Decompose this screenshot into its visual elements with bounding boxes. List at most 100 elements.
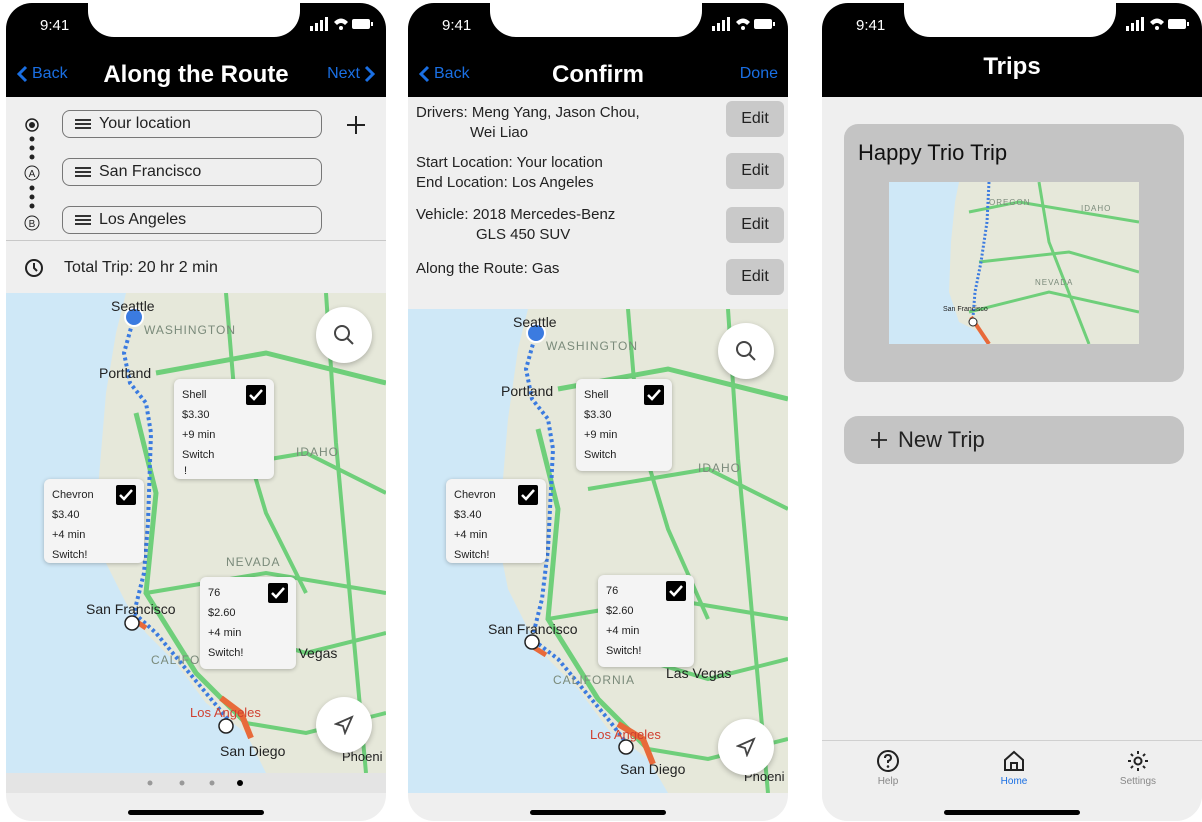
- map-label-seattle: Seattle: [111, 298, 155, 314]
- stop-field-a[interactable]: San Francisco: [62, 158, 322, 186]
- page-title: Trips: [983, 53, 1041, 80]
- tab-bar: Help Home Settings: [822, 740, 1202, 821]
- route-map[interactable]: Seattle WASHINGTON Portland IDAHO San Fr…: [408, 309, 788, 793]
- stop-field-start[interactable]: Your location: [62, 110, 322, 138]
- status-time: 9:41: [856, 17, 886, 34]
- gas-card-chevron[interactable]: Chevron $3.40 +4 min Switch!: [446, 479, 546, 563]
- trip-card[interactable]: Happy Trio Trip OREGON IDAHO NEVADA San …: [844, 124, 1184, 382]
- tab-settings[interactable]: Settings: [1098, 749, 1178, 787]
- map-label-sf: San Francisco: [86, 601, 176, 617]
- map-label-portland: Portland: [501, 383, 554, 399]
- status-icons: [712, 17, 775, 31]
- gas-checkbox[interactable]: [518, 485, 538, 505]
- gas-switch[interactable]: Switch: [182, 445, 266, 465]
- checkmark-icon: [119, 489, 133, 501]
- gas-switch[interactable]: Switch!: [454, 545, 538, 565]
- map-label-portland: Portland: [99, 365, 152, 381]
- gas-extra-time: +9 min: [182, 429, 216, 441]
- divider: [6, 240, 386, 241]
- edit-drivers-button[interactable]: Edit: [726, 101, 784, 137]
- gas-extra-time: +9 min: [584, 429, 618, 441]
- map-label-idaho: IDAHO: [296, 445, 340, 459]
- gas-switch[interactable]: Switch: [584, 445, 664, 465]
- route-map[interactable]: Seattle WASHINGTON Portland IDAHO NEVADA…: [6, 293, 386, 773]
- drag-handle-icon[interactable]: [75, 215, 91, 225]
- screen-confirm: 9:41 Back Confirm Done Drivers: Meng Yan…: [408, 3, 788, 821]
- add-stop-button[interactable]: [346, 115, 366, 135]
- route-stops-markers: A B: [24, 118, 40, 231]
- recenter-button[interactable]: [718, 719, 774, 775]
- gas-price: $3.40: [454, 509, 482, 521]
- tab-label: Home: [1000, 776, 1028, 787]
- edit-vehicle-button[interactable]: Edit: [726, 207, 784, 243]
- gas-price: $3.30: [584, 409, 612, 421]
- checkmark-icon: [249, 389, 263, 401]
- notch: [904, 3, 1116, 37]
- done-button[interactable]: Done: [740, 65, 778, 83]
- tab-label: Help: [877, 776, 899, 787]
- gas-extra-time: +4 min: [208, 627, 242, 639]
- gas-checkbox[interactable]: [644, 385, 664, 405]
- tab-help[interactable]: Help: [848, 749, 928, 787]
- nav-bar: 9:41 Back Along the Route Next: [6, 3, 386, 97]
- home-indicator[interactable]: [128, 810, 264, 815]
- map-search-button[interactable]: [718, 323, 774, 379]
- map-search-button[interactable]: [316, 307, 372, 363]
- next-button[interactable]: Next: [327, 65, 376, 83]
- checkmark-icon: [669, 585, 683, 597]
- navigation-arrow-icon: [334, 715, 354, 735]
- gas-extra-time: +4 min: [52, 529, 86, 541]
- map-label-las-vegas: Las Vegas: [666, 665, 732, 681]
- edit-along-route-button[interactable]: Edit: [726, 259, 784, 295]
- map-label-oregon: OREGON: [989, 198, 1031, 207]
- trip-map-thumbnail: OREGON IDAHO NEVADA San Francisco: [889, 182, 1139, 344]
- gas-switch[interactable]: Switch!: [52, 545, 136, 565]
- plus-icon: [871, 432, 887, 448]
- svg-text:A: A: [29, 169, 36, 180]
- stop-label: Your location: [99, 115, 191, 132]
- checkmark-icon: [271, 587, 285, 599]
- gas-card-76[interactable]: 76 $2.60 +4 min Switch!: [598, 575, 694, 667]
- gas-card-shell[interactable]: Shell $3.30 +9 min Switch: [576, 379, 672, 471]
- row-line2: Wei Liao: [470, 124, 529, 141]
- status-icons: [310, 17, 373, 31]
- gas-checkbox[interactable]: [246, 385, 266, 405]
- gas-card-chevron[interactable]: Chevron $3.40 +4 min Switch!: [44, 479, 144, 563]
- status-time: 9:41: [442, 17, 472, 34]
- new-trip-button[interactable]: New Trip: [844, 416, 1184, 464]
- gas-switch[interactable]: Switch!: [208, 643, 288, 663]
- drag-handle-icon[interactable]: [75, 119, 91, 129]
- checkmark-icon: [521, 489, 535, 501]
- recenter-button[interactable]: [316, 697, 372, 753]
- notch: [88, 3, 300, 37]
- map-label-nevada: NEVADA: [226, 555, 281, 569]
- gear-icon: [1128, 751, 1148, 771]
- help-icon: [877, 750, 899, 772]
- home-indicator[interactable]: [944, 810, 1080, 815]
- trip-name: Happy Trio Trip: [858, 140, 1008, 165]
- gas-checkbox[interactable]: [666, 581, 686, 601]
- home-indicator[interactable]: [530, 810, 666, 815]
- row-line2: End Location: Los Angeles: [416, 174, 594, 191]
- gas-price: $2.60: [606, 605, 634, 617]
- gas-checkbox[interactable]: [116, 485, 136, 505]
- page-indicator[interactable]: [6, 773, 386, 793]
- row-line1: Start Location: Your location: [416, 154, 603, 171]
- row-line2: GLS 450 SUV: [476, 226, 571, 243]
- navigation-arrow-icon: [736, 737, 756, 757]
- search-icon: [334, 325, 354, 345]
- gas-extra-time: +4 min: [454, 529, 488, 541]
- home-icon: [1004, 750, 1024, 771]
- map-label-sf: San Francisco: [488, 621, 578, 637]
- gas-card-shell[interactable]: Shell $3.30 +9 min Switch: [174, 379, 274, 479]
- gas-checkbox[interactable]: [268, 583, 288, 603]
- gas-switch[interactable]: Switch!: [606, 641, 686, 661]
- drag-handle-icon[interactable]: [75, 167, 91, 177]
- edit-locations-button[interactable]: Edit: [726, 153, 784, 189]
- tab-home[interactable]: Home: [974, 749, 1054, 787]
- gas-card-76[interactable]: 76 $2.60 +4 min Switch!: [200, 577, 296, 669]
- status-icons: [1126, 17, 1189, 31]
- row-line1: Drivers: Meng Yang, Jason Chou,: [416, 104, 640, 121]
- row-line1: Vehicle: 2018 Mercedes-Benz: [416, 206, 616, 223]
- stop-field-b[interactable]: Los Angeles: [62, 206, 322, 234]
